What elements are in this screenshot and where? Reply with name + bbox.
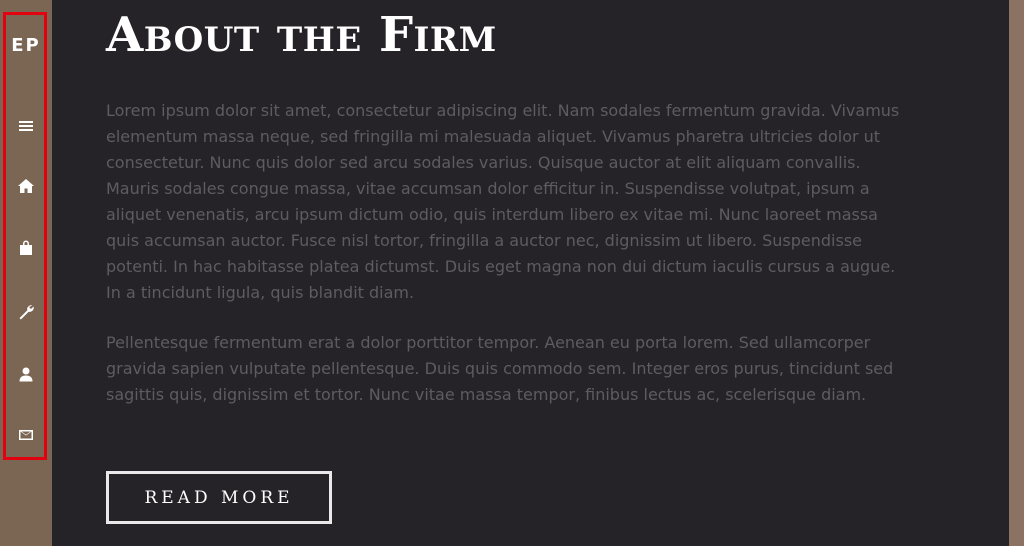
second-paragraph: Pellentesque fermentum erat a dolor port…: [106, 333, 894, 404]
sidebar-highlight-frame: [3, 12, 47, 460]
main-content: About the Firm Lorem ipsum dolor sit ame…: [52, 0, 1009, 546]
logo[interactable]: EP: [0, 35, 52, 56]
page-title: About the Firm: [106, 7, 497, 63]
right-edge-strip: [1009, 0, 1024, 546]
user-icon[interactable]: [16, 364, 36, 384]
sidebar: EP: [0, 0, 52, 546]
menu-icon[interactable]: [16, 116, 36, 136]
intro-paragraph: Lorem ipsum dolor sit amet, consectetur …: [106, 101, 900, 302]
shopping-bag-icon[interactable]: [16, 238, 36, 258]
read-more-button[interactable]: READ MORE: [106, 471, 332, 524]
home-icon[interactable]: [16, 176, 36, 196]
wrench-icon[interactable]: [16, 302, 36, 322]
envelope-icon[interactable]: [16, 425, 36, 445]
